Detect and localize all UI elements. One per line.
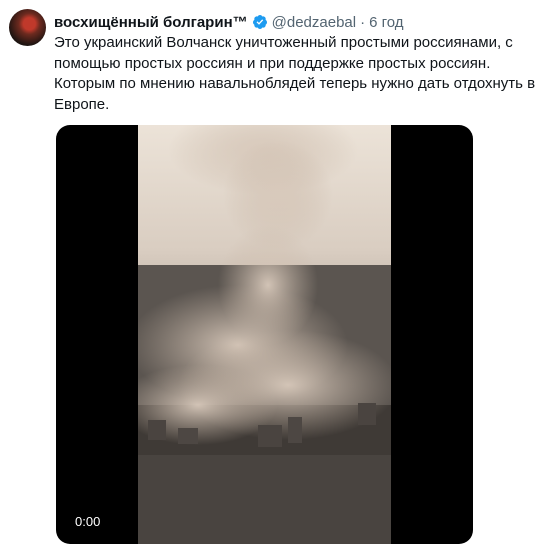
- smoke-scene-illustration: [118, 125, 398, 544]
- video-player[interactable]: 0:00: [56, 125, 473, 544]
- tweet-text: Это украинский Волчанск уничтоженный про…: [54, 33, 544, 115]
- avatar[interactable]: [9, 9, 46, 46]
- tweet-text-line: Это украинский Волчанск уничтоженный про…: [54, 34, 513, 51]
- author-handle[interactable]: @dedzaebal: [272, 14, 356, 31]
- video-frame[interactable]: [118, 125, 398, 544]
- tweet: восхищённый болгарин™ @dedzaebal · 6 год…: [0, 0, 551, 549]
- tweet-header: восхищённый болгарин™ @dedzaebal · 6 год: [54, 12, 404, 32]
- verified-badge-icon: [252, 14, 268, 30]
- timestamp[interactable]: 6 год: [369, 14, 403, 31]
- tweet-text-line: Которым по мнению навальноблядей теперь …: [54, 75, 536, 92]
- tweet-text-line: Европе.: [54, 95, 110, 113]
- separator-dot: ·: [360, 13, 366, 31]
- tweet-text-line: помощью простых россиян и при поддержке …: [54, 54, 491, 72]
- video-duration: 0:00: [75, 514, 101, 529]
- author-name[interactable]: восхищённый болгарин™: [54, 14, 248, 31]
